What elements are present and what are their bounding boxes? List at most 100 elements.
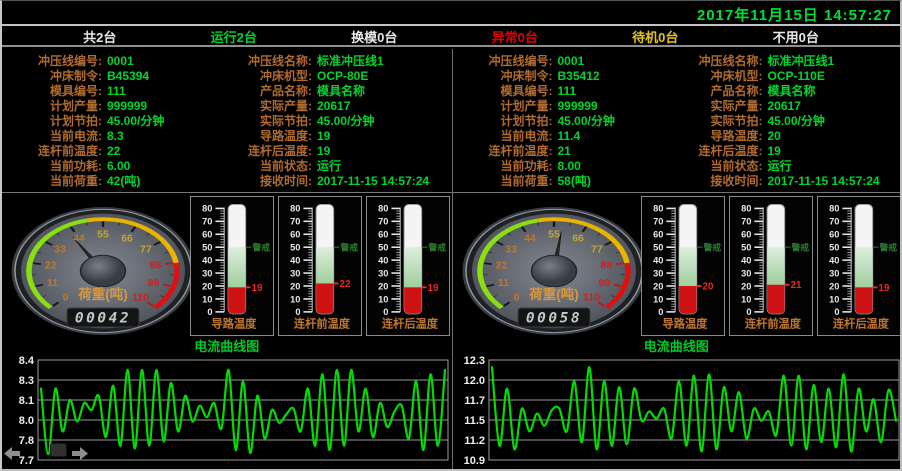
info-label: 冲床机型: xyxy=(665,69,763,84)
info-row: 冲压线编号:0001冲压线名称:标准冲压线1 xyxy=(2,54,452,69)
info-value: 19 xyxy=(312,129,452,144)
gauge-wrap: 0112233445566778899110荷重(吨)00042 xyxy=(4,195,200,342)
gauge-tick-label: 55 xyxy=(548,228,560,240)
thermo-tick-label: 0 xyxy=(383,307,388,317)
thermo-tick-label: 60 xyxy=(829,230,839,240)
info-value: 20617 xyxy=(763,99,901,114)
info-label: 当前状态: xyxy=(214,159,312,174)
scroll-left-icon[interactable] xyxy=(4,447,20,460)
thermo-tick-label: 30 xyxy=(653,268,663,278)
info-label: 当前状态: xyxy=(665,159,763,174)
thermo-tick-label: 70 xyxy=(653,217,663,227)
chart-ytick-label: 8.4 xyxy=(19,355,35,367)
thermo-tick-label: 70 xyxy=(829,217,839,227)
chart-ytick-label: 8.3 xyxy=(19,375,34,387)
thermo-tick-label: 80 xyxy=(202,204,212,214)
info-row: 冲压线编号:0001冲压线名称:标准冲压线1 xyxy=(453,54,901,69)
thermo-tick-label: 60 xyxy=(378,230,388,240)
gauge-tick-label: 110 xyxy=(132,292,149,304)
thermo-tick-label: 0 xyxy=(207,307,212,317)
info-row: 连杆前温度:21连杆后温度:19 xyxy=(453,144,901,159)
info-label: 实际节拍: xyxy=(214,114,312,129)
thermo-tick-label: 50 xyxy=(290,243,300,253)
thermo-safe-zone xyxy=(855,247,873,287)
info-value: OCP-110E xyxy=(763,69,901,84)
info-value: 45.00/分钟 xyxy=(763,114,901,129)
info-value: 999999 xyxy=(553,99,665,114)
thermo-name: 连杆前温度 xyxy=(744,317,801,331)
info-value: 标准冲压线1 xyxy=(312,54,452,69)
thermo-tick-label: 60 xyxy=(290,230,300,240)
current-waveform xyxy=(41,370,445,454)
thermo-fill xyxy=(679,286,697,314)
info-value: 运行 xyxy=(763,159,901,174)
thermometer-gauge: 01020304050607080警戒19连杆后温度 xyxy=(367,197,449,335)
thermo-tick-label: 20 xyxy=(829,281,839,291)
machine-visuals: 0112233445566778899110荷重(吨)0004201020304… xyxy=(2,194,452,339)
info-value: 8.3 xyxy=(102,129,214,144)
info-label: 计划产量: xyxy=(453,99,553,114)
thermo-name: 连杆后温度 xyxy=(832,317,889,331)
info-label: 当前电流: xyxy=(2,129,102,144)
info-row: 模具编号:111产品名称:模具名称 xyxy=(2,84,452,99)
info-label: 产品名称: xyxy=(214,84,312,99)
thermo-tick-label: 20 xyxy=(378,281,388,291)
thermo-name: 连杆后温度 xyxy=(382,317,439,331)
info-value: 58(吨) xyxy=(553,174,665,189)
thermo-tick-label: 10 xyxy=(653,294,663,304)
gauge-odometer-value: 00042 xyxy=(75,311,131,327)
info-label: 当前电流: xyxy=(453,129,553,144)
info-value: 20617 xyxy=(312,99,452,114)
title-bar: 2017年11月15日 14:57:27 xyxy=(2,1,900,26)
info-value: 19 xyxy=(312,144,452,159)
info-value: 6.00 xyxy=(102,159,214,174)
thermo-safe-zone xyxy=(404,247,422,287)
gauge-tick-label: 77 xyxy=(591,244,603,256)
thermo-tick-label: 80 xyxy=(741,204,751,214)
thermo-tick-label: 50 xyxy=(202,243,212,253)
gauge-hub xyxy=(81,255,126,287)
thermo-tick-label: 80 xyxy=(290,204,300,214)
scroll-right-icon[interactable] xyxy=(72,447,88,460)
info-value: 21 xyxy=(553,144,665,159)
thermo-warn-label: 警戒 xyxy=(429,241,447,252)
chart-ytick-label: 12.0 xyxy=(463,375,484,387)
thermo-value: 19 xyxy=(878,283,889,294)
info-label: 连杆前温度: xyxy=(2,144,102,159)
gauge-tick-label: 22 xyxy=(45,260,57,272)
thermo-tick-label: 40 xyxy=(202,255,212,265)
info-value: 0001 xyxy=(553,54,665,69)
info-label: 连杆前温度: xyxy=(453,144,553,159)
hmi-dashboard-window: 2017年11月15日 14:57:27 共2台运行2台换模0台异常0台待机0台… xyxy=(0,0,902,471)
main-content: 冲压线编号:0001冲压线名称:标准冲压线1冲床制令:B45394冲床机型:OC… xyxy=(2,49,900,469)
gauge-tick-label: 66 xyxy=(572,232,584,244)
chart-ytick-label: 11.5 xyxy=(464,415,485,427)
thermo-tick-label: 60 xyxy=(202,230,212,240)
thermometer-box: 01020304050607080警戒19连杆后温度 xyxy=(366,196,450,336)
gauge-wrap: 0112233445566778899110荷重(吨)00058 xyxy=(455,195,651,342)
info-row: 计划节拍:45.00/分钟实际节拍:45.00/分钟 xyxy=(2,114,452,129)
status-item-running: 运行2台 xyxy=(211,27,257,46)
thermo-value: 22 xyxy=(340,279,351,290)
info-label: 当前功耗: xyxy=(2,159,102,174)
gauge-tick-label: 88 xyxy=(150,260,162,272)
thermo-tick-label: 70 xyxy=(741,217,751,227)
info-label: 模具编号: xyxy=(2,84,102,99)
thermo-tick-label: 40 xyxy=(378,255,388,265)
gauge-tick-label: 110 xyxy=(583,292,600,304)
info-label: 连杆后温度: xyxy=(214,144,312,159)
scroll-thumb-icon[interactable] xyxy=(50,443,67,457)
gauge-tick-label: 33 xyxy=(54,244,66,256)
thermo-tick-label: 20 xyxy=(290,281,300,291)
chart-ytick-label: 8.1 xyxy=(19,395,34,407)
thermo-safe-zone xyxy=(316,247,334,283)
thermo-tick-label: 0 xyxy=(658,307,663,317)
gauge-tick-label: 77 xyxy=(140,244,152,256)
thermometer-box: 01020304050607080警戒19连杆后温度 xyxy=(817,196,901,336)
thermo-tick-label: 30 xyxy=(378,268,388,278)
gauge-tick-label: 88 xyxy=(600,260,612,272)
info-row: 计划产量:999999实际产量:20617 xyxy=(2,99,452,114)
info-label: 计划产量: xyxy=(2,99,102,114)
info-row: 当前荷重:42(吨)接收时间:2017-11-15 14:57:24 xyxy=(2,174,452,189)
status-item-mold-change: 换模0台 xyxy=(351,27,397,46)
